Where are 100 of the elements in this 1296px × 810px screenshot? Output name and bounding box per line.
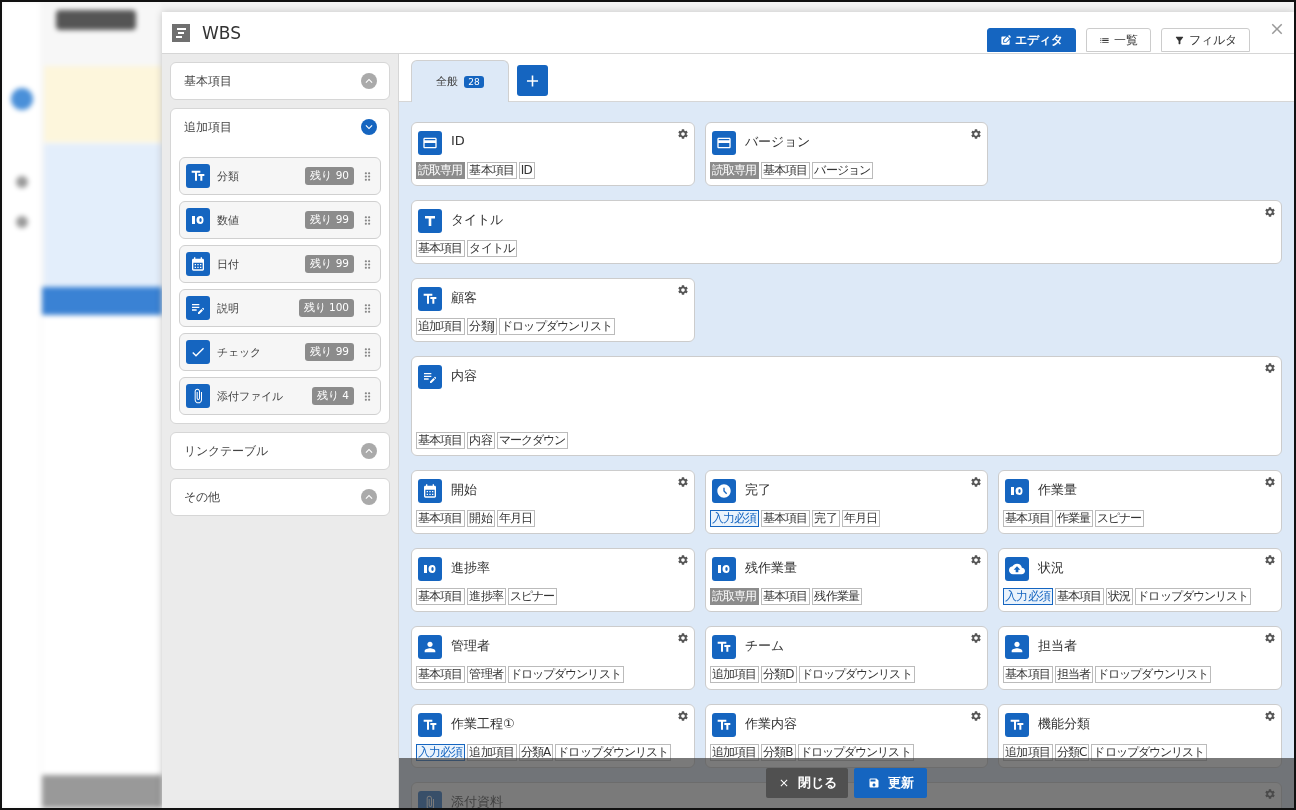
section-title[interactable]: リンクテーブル bbox=[184, 443, 361, 459]
field-card[interactable]: 残作業量 読取専用 基本項目 残作業量 bbox=[704, 548, 989, 612]
view-tab[interactable]: エディタ bbox=[987, 28, 1076, 52]
settings-icon[interactable] bbox=[676, 128, 689, 140]
field-tag: 内容 bbox=[467, 432, 495, 449]
field-tag: 担当者 bbox=[1054, 666, 1094, 683]
field-tag: ドロップダウンリスト bbox=[1095, 666, 1212, 683]
field-tag: ドロップダウンリスト bbox=[1135, 588, 1252, 605]
field-card[interactable]: ID 読取専用 基本項目 ID bbox=[411, 122, 695, 186]
number-icon bbox=[191, 215, 205, 225]
item-label: 日付 bbox=[217, 256, 240, 272]
field-tag: 基本項目 bbox=[416, 588, 466, 605]
field-tag: 進捗率 bbox=[467, 588, 506, 605]
settings-icon[interactable] bbox=[970, 128, 983, 140]
section-title[interactable]: 基本項目 bbox=[184, 73, 361, 89]
field-tag: 読取専用 bbox=[709, 588, 760, 605]
field-card[interactable]: チーム 追加項目 分類D ドロップダウンリスト bbox=[704, 626, 989, 690]
remaining-badge: 残り 100 bbox=[298, 299, 354, 317]
palette-item[interactable]: 分類 残り 90 bbox=[179, 157, 381, 195]
settings-icon[interactable] bbox=[1264, 206, 1276, 218]
settings-icon[interactable] bbox=[970, 554, 983, 566]
field-tag: 読取専用 bbox=[416, 162, 466, 179]
remaining-badge: 残り 90 bbox=[305, 167, 354, 185]
field-title: 作業工程① bbox=[451, 715, 515, 733]
field-title: 顧客 bbox=[451, 289, 477, 307]
settings-icon[interactable] bbox=[1264, 362, 1276, 374]
field-tag: バージョン bbox=[812, 162, 873, 179]
field-card[interactable]: バージョン 読取専用 基本項目 バージョン bbox=[704, 122, 989, 186]
palette-item[interactable]: 添付ファイル 残り 4 bbox=[179, 377, 381, 415]
field-title: ID bbox=[451, 133, 465, 148]
field-title: 内容 bbox=[451, 367, 477, 385]
field-tag: 基本項目 bbox=[416, 432, 466, 449]
section-title[interactable]: その他 bbox=[184, 489, 361, 505]
count-badge: 28 bbox=[464, 75, 484, 88]
settings-icon[interactable] bbox=[1264, 554, 1276, 566]
save-button[interactable]: 更新 bbox=[854, 768, 927, 798]
field-title: 作業量 bbox=[1038, 481, 1078, 499]
tab[interactable]: 全般 28 bbox=[411, 60, 509, 102]
settings-icon[interactable] bbox=[970, 710, 983, 722]
settings-icon[interactable] bbox=[1264, 476, 1276, 488]
field-title: 残作業量 bbox=[744, 559, 797, 577]
field-card[interactable]: 作業量 基本項目 作業量 スピナー bbox=[998, 470, 1282, 534]
palette-item[interactable]: 日付 残り 99 bbox=[179, 245, 381, 283]
field-card[interactable]: 担当者 基本項目 担当者 ドロップダウンリスト bbox=[998, 626, 1282, 690]
filter-icon bbox=[1174, 34, 1185, 46]
field-tag: ドロップダウンリスト bbox=[507, 666, 624, 683]
palette-item[interactable]: チェック 残り 99 bbox=[179, 333, 381, 371]
add-tab-button[interactable] bbox=[517, 65, 548, 96]
field-card[interactable]: タイトル 基本項目 タイトル bbox=[411, 200, 1282, 264]
remaining-badge: 残り 4 bbox=[311, 387, 354, 405]
palette-item[interactable]: 説明 残り 100 bbox=[179, 289, 381, 327]
text-format-icon bbox=[424, 215, 436, 227]
field-title: チーム bbox=[744, 637, 784, 655]
field-title: タイトル bbox=[451, 211, 503, 229]
item-label: 添付ファイル bbox=[217, 388, 284, 404]
field-tag: 基本項目 bbox=[761, 162, 811, 179]
close-button[interactable]: 閉じる bbox=[766, 768, 848, 798]
field-card[interactable]: 進捗率 基本項目 進捗率 スピナー bbox=[411, 548, 695, 612]
field-card[interactable]: 完了 入力必須 基本項目 完了 年月日 bbox=[704, 470, 989, 534]
settings-icon[interactable] bbox=[676, 284, 689, 296]
field-tag: 入力必須 bbox=[1003, 588, 1053, 605]
item-label: 説明 bbox=[217, 300, 240, 316]
view-tab[interactable]: 一覧 bbox=[1086, 28, 1151, 52]
field-card[interactable]: 状況 入力必須 基本項目 状況 ドロップダウンリスト bbox=[998, 548, 1282, 612]
number-icon bbox=[423, 564, 437, 574]
settings-icon[interactable] bbox=[970, 632, 983, 644]
field-card[interactable]: 内容 基本項目 内容 マークダウン bbox=[411, 356, 1282, 456]
item-label: 分類 bbox=[217, 168, 240, 184]
settings-icon[interactable] bbox=[1264, 632, 1276, 644]
palette-item[interactable]: 数値 残り 99 bbox=[179, 201, 381, 239]
field-tag: 年月日 bbox=[841, 510, 880, 527]
field-card[interactable]: 管理者 基本項目 管理者 ドロップダウンリスト bbox=[411, 626, 695, 690]
settings-icon[interactable] bbox=[676, 632, 689, 644]
field-tag: マークダウン bbox=[496, 432, 569, 449]
section-title[interactable]: 追加項目 bbox=[184, 119, 361, 135]
field-tag: 入力必須 bbox=[709, 510, 760, 527]
field-title: 担当者 bbox=[1038, 637, 1078, 655]
field-tag: 状況 bbox=[1106, 588, 1134, 605]
settings-icon[interactable] bbox=[676, 710, 689, 722]
field-card[interactable]: 開始 基本項目 開始 年月日 bbox=[411, 470, 695, 534]
field-tag: 基本項目 bbox=[416, 666, 466, 683]
field-tag: ドロップダウンリスト bbox=[499, 318, 616, 335]
settings-icon[interactable] bbox=[970, 476, 983, 488]
settings-icon[interactable] bbox=[676, 476, 689, 488]
field-tag: タイトル bbox=[467, 240, 517, 257]
field-card[interactable]: 顧客 追加項目 分類J ドロップダウンリスト bbox=[411, 278, 695, 342]
item-label: チェック bbox=[217, 344, 262, 360]
field-title: 進捗率 bbox=[451, 559, 490, 577]
settings-icon[interactable] bbox=[1264, 710, 1276, 722]
field-tag: 基本項目 bbox=[1003, 666, 1053, 683]
field-tag: 開始 bbox=[467, 510, 495, 527]
field-tag: 基本項目 bbox=[761, 588, 811, 605]
field-tag: ID bbox=[518, 162, 535, 179]
collapse-icon[interactable] bbox=[361, 119, 377, 135]
settings-icon[interactable] bbox=[676, 554, 689, 566]
field-tag: 基本項目 bbox=[1054, 588, 1105, 605]
field-tag: スピナー bbox=[1095, 510, 1145, 527]
remaining-badge: 残り 99 bbox=[305, 343, 354, 361]
view-tab[interactable]: フィルタ bbox=[1161, 28, 1250, 52]
remaining-badge: 残り 99 bbox=[305, 255, 354, 273]
